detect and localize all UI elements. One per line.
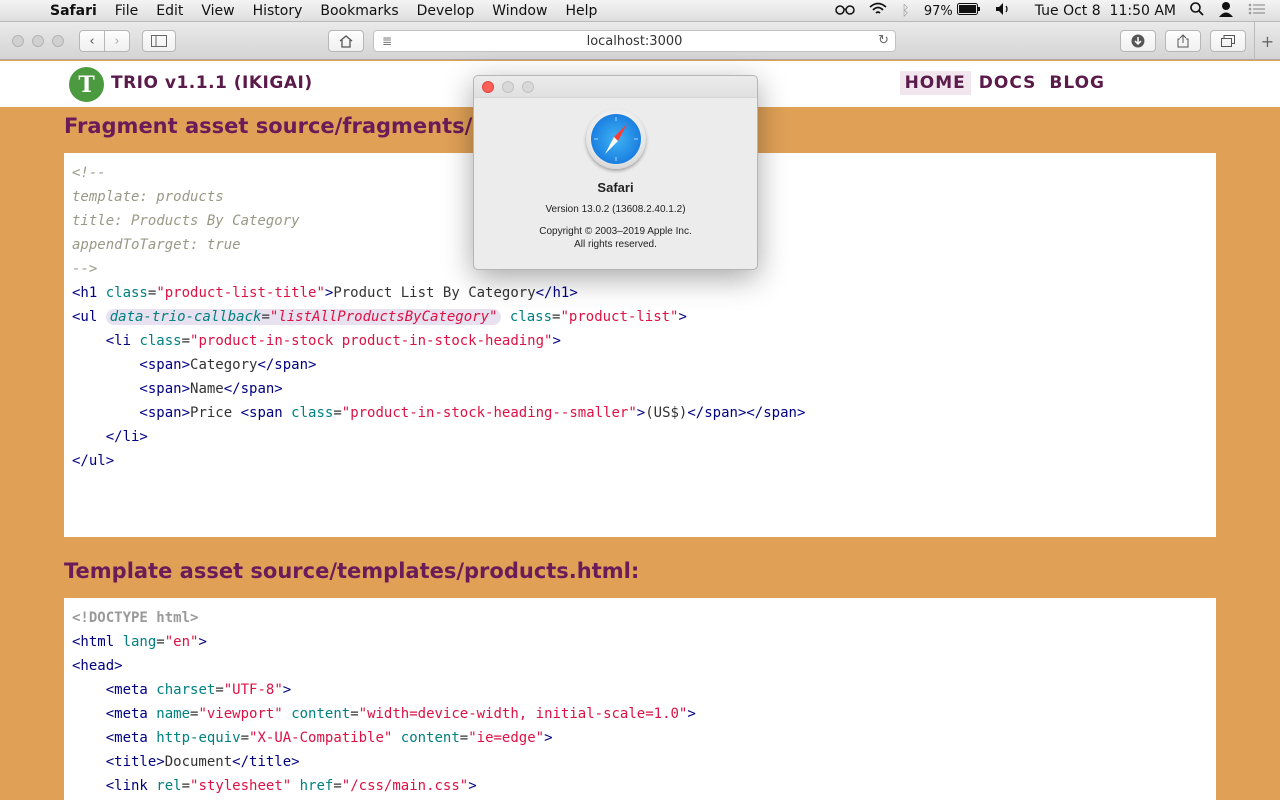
user-icon[interactable] (1218, 1, 1234, 21)
battery-percent: 97% (923, 3, 953, 19)
volume-icon[interactable] (995, 2, 1011, 20)
share-icon (1177, 34, 1189, 48)
dialog-app-name: Safari (597, 180, 634, 195)
dialog-version: Version 13.0.2 (13608.2.40.1.2) (545, 204, 686, 215)
downloads-button[interactable] (1120, 30, 1156, 52)
browser-toolbar: ‹ › ≣ localhost:3000 ↻ + (0, 22, 1280, 60)
about-safari-dialog: Safari Version 13.0.2 (13608.2.40.1.2) C… (473, 75, 758, 270)
home-icon (339, 34, 353, 48)
code-line: <span>Name</span> (72, 381, 283, 397)
tabs-icon (1221, 35, 1235, 47)
menu-file[interactable]: File (115, 3, 138, 19)
code-line: </li> (72, 429, 148, 445)
nav-docs[interactable]: DOCS (974, 71, 1042, 95)
site-brand[interactable]: TRIO v1.1.1 (IKIGAI) (111, 73, 313, 93)
code-line: <!DOCTYPE html> (72, 610, 199, 626)
template-code-block: <!DOCTYPE html> <html lang="en"> <head> … (64, 598, 1216, 800)
code-line: title: Products By Category (72, 213, 300, 229)
code-line: <html lang="en"> (72, 634, 207, 650)
dialog-close-button[interactable] (482, 81, 494, 93)
back-button[interactable]: ‹ (79, 30, 105, 52)
code-line: <title>Document</title> (72, 754, 300, 770)
chevron-right-icon: › (114, 33, 120, 49)
home-button[interactable] (328, 30, 364, 52)
code-line: <meta charset="UTF-8"> (72, 682, 292, 698)
menu-bar: Safari File Edit View History Bookmarks … (0, 0, 1280, 22)
trio-logo[interactable]: T (69, 67, 104, 102)
clock[interactable]: Tue Oct 8 11:50 AM (1035, 3, 1176, 19)
code-line: --> (72, 261, 98, 277)
sidebar-icon (151, 35, 167, 47)
window-zoom-button[interactable] (52, 35, 64, 47)
reader-view-icon[interactable]: ≣ (382, 34, 392, 48)
highlighted-callback-attribute: data-trio-callback="listAllProductsByCat… (105, 309, 502, 325)
site-nav: HOME DOCS BLOG (897, 71, 1110, 95)
dialog-copyright: Copyright © 2003–2019 Apple Inc. All rig… (474, 225, 757, 251)
code-line: <span>Category</span> (72, 357, 317, 373)
menu-view[interactable]: View (201, 3, 234, 19)
code-line: <span>Price <span class="product-in-stoc… (72, 405, 806, 421)
share-button[interactable] (1165, 30, 1201, 52)
wifi-icon[interactable] (869, 2, 887, 20)
forward-button[interactable]: › (104, 30, 130, 52)
menu-help[interactable]: Help (565, 3, 597, 19)
menu-history[interactable]: History (253, 3, 303, 19)
copyright-line: Copyright © 2003–2019 Apple Inc. (539, 226, 692, 237)
download-icon (1131, 34, 1145, 48)
rights-line: All rights reserved. (574, 239, 657, 250)
reload-icon[interactable]: ↻ (878, 33, 889, 48)
dialog-zoom-button (522, 81, 534, 93)
dialog-titlebar[interactable] (474, 76, 757, 98)
sidebar-button[interactable] (142, 30, 176, 52)
code-line: <h1 class="product-list-title">Product L… (72, 285, 578, 301)
status-area: ᛒ 97% Tue Oct 8 11:50 AM (835, 0, 1280, 22)
menu-edit[interactable]: Edit (156, 3, 183, 19)
dialog-minimize-button (502, 81, 514, 93)
plus-icon: + (1260, 31, 1275, 51)
tabs-overview-button[interactable] (1210, 30, 1246, 52)
code-line: <li class="product-in-stock product-in-s… (72, 333, 561, 349)
code-line: <link rel="stylesheet" href="/css/main.c… (72, 778, 477, 794)
code-line: <meta name="viewport" content="width=dev… (72, 706, 696, 722)
template-heading: Template asset source/templates/products… (64, 559, 640, 583)
code-line: <ul data-trio-callback="listAllProductsB… (72, 309, 687, 325)
nav-home[interactable]: HOME (899, 71, 971, 95)
code-line: appendToTarget: true (72, 237, 241, 253)
new-tab-button[interactable]: + (1254, 22, 1280, 60)
notification-center-icon[interactable] (1248, 3, 1266, 19)
menu-develop[interactable]: Develop (417, 3, 475, 19)
bluetooth-icon[interactable]: ᛒ (901, 3, 909, 19)
safari-compass-icon (586, 109, 646, 169)
spotlight-search-icon[interactable] (1190, 2, 1204, 20)
address-bar[interactable]: ≣ localhost:3000 ↻ (373, 30, 896, 52)
glasses-icon[interactable] (835, 3, 856, 19)
code-line: </ul> (72, 453, 115, 469)
menu-bookmarks[interactable]: Bookmarks (320, 3, 398, 19)
code-line: <!-- (72, 165, 106, 181)
code-line: template: products (72, 189, 224, 205)
address-text: localhost:3000 (586, 33, 683, 49)
battery-icon[interactable] (956, 3, 981, 19)
code-line: <head> (72, 658, 123, 674)
chevron-left-icon: ‹ (89, 33, 95, 49)
fragment-heading: Fragment asset source/fragments/p (64, 114, 488, 138)
nav-blog[interactable]: BLOG (1044, 71, 1110, 95)
code-line: <meta http-equiv="X-UA-Compatible" conte… (72, 730, 553, 746)
menu-window[interactable]: Window (492, 3, 547, 19)
window-minimize-button[interactable] (32, 35, 44, 47)
menu-app-safari[interactable]: Safari (50, 3, 97, 19)
window-close-button[interactable] (12, 35, 24, 47)
